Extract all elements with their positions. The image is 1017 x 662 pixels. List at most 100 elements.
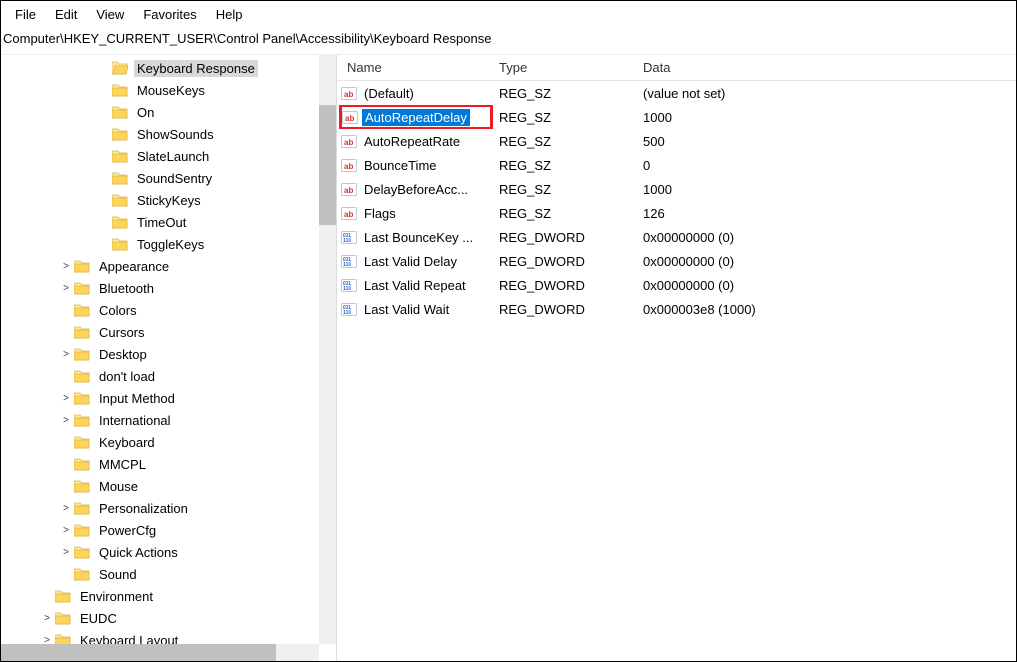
tree-item[interactable]: Colors	[1, 299, 336, 321]
column-header-name[interactable]: Name	[337, 60, 493, 75]
value-type: REG_SZ	[493, 206, 637, 221]
tree-item-label: Input Method	[96, 390, 178, 407]
tree-item[interactable]: Keyboard	[1, 431, 336, 453]
menu-help[interactable]: Help	[208, 5, 251, 25]
tree-item-label: Keyboard	[96, 434, 158, 451]
menu-file[interactable]: File	[7, 5, 44, 25]
folder-open-icon	[112, 61, 128, 75]
value-type: REG_SZ	[493, 158, 637, 173]
value-data: 1000	[637, 110, 1016, 125]
value-type: REG_SZ	[493, 86, 637, 101]
tree-item[interactable]: ToggleKeys	[1, 233, 336, 255]
tree-item[interactable]: Sound	[1, 563, 336, 585]
tree-item-label: StickyKeys	[134, 192, 204, 209]
folder-icon	[112, 127, 128, 141]
column-header-data[interactable]: Data	[637, 60, 1016, 75]
tree-item[interactable]: Keyboard Response	[1, 57, 336, 79]
tree-expander-icon[interactable]: >	[58, 349, 74, 360]
folder-icon	[74, 369, 90, 383]
string-value-icon: ab	[342, 109, 358, 125]
tree-item-label: MouseKeys	[134, 82, 208, 99]
value-name: Last Valid Wait	[361, 301, 452, 318]
tree-item-label: ToggleKeys	[134, 236, 207, 253]
folder-icon	[74, 259, 90, 273]
list-row[interactable]: abBounceTimeREG_SZ0	[337, 153, 1016, 177]
svg-text:ab: ab	[344, 162, 353, 171]
tree-expander-icon[interactable]: >	[58, 525, 74, 536]
value-data: 0x000003e8 (1000)	[637, 302, 1016, 317]
value-type: REG_SZ	[493, 134, 637, 149]
tree-item[interactable]: MMCPL	[1, 453, 336, 475]
content: Keyboard Response MouseKeys On ShowSounds Sl…	[1, 55, 1016, 661]
tree-item-label: Sound	[96, 566, 140, 583]
tree-horizontal-scrollbar-thumb[interactable]	[1, 644, 276, 661]
menu-favorites[interactable]: Favorites	[135, 5, 204, 25]
list-row[interactable]: 011110Last Valid DelayREG_DWORD0x0000000…	[337, 249, 1016, 273]
tree-item[interactable]: On	[1, 101, 336, 123]
string-value-icon: ab	[341, 133, 357, 149]
tree-item[interactable]: SlateLaunch	[1, 145, 336, 167]
list-row[interactable]: abFlagsREG_SZ126	[337, 201, 1016, 225]
list-row[interactable]: abDelayBeforeAcc...REG_SZ1000	[337, 177, 1016, 201]
tree-pane: Keyboard Response MouseKeys On ShowSounds Sl…	[1, 55, 337, 661]
value-type: REG_SZ	[493, 110, 637, 125]
folder-icon	[74, 391, 90, 405]
tree-expander-icon[interactable]: >	[58, 283, 74, 294]
tree-item[interactable]: Environment	[1, 585, 336, 607]
list-row[interactable]: 011110Last BounceKey ...REG_DWORD0x00000…	[337, 225, 1016, 249]
folder-icon	[112, 193, 128, 207]
column-header-type[interactable]: Type	[493, 60, 637, 75]
value-name: AutoRepeatDelay	[362, 109, 470, 126]
tree-item[interactable]: >Desktop	[1, 343, 336, 365]
tree-expander-icon[interactable]: >	[58, 547, 74, 558]
list-row[interactable]: abAutoRepeatRateREG_SZ500	[337, 129, 1016, 153]
list-row[interactable]: abAutoRepeatDelay REG_SZ1000	[337, 105, 1016, 129]
tree-item[interactable]: don't load	[1, 365, 336, 387]
value-type: REG_SZ	[493, 182, 637, 197]
tree-expander-icon[interactable]: >	[39, 613, 55, 624]
tree-item-label: On	[134, 104, 157, 121]
tree-item[interactable]: >PowerCfg	[1, 519, 336, 541]
tree-expander-icon[interactable]: >	[58, 415, 74, 426]
tree-item[interactable]: MouseKeys	[1, 79, 336, 101]
tree-item-label: Quick Actions	[96, 544, 181, 561]
tree-item[interactable]: > Bluetooth	[1, 277, 336, 299]
menu-view[interactable]: View	[88, 5, 132, 25]
tree-item[interactable]: >Keyboard Layout	[1, 629, 336, 644]
tree-item[interactable]: Cursors	[1, 321, 336, 343]
tree-expander-icon[interactable]: >	[58, 503, 74, 514]
tree-vertical-scrollbar-thumb[interactable]	[319, 105, 336, 225]
address-bar[interactable]: Computer\HKEY_CURRENT_USER\Control Panel…	[1, 27, 1016, 55]
folder-icon	[112, 215, 128, 229]
list-row[interactable]: ab(Default)REG_SZ(value not set)	[337, 81, 1016, 105]
tree-horizontal-scrollbar[interactable]	[1, 644, 319, 661]
tree-item[interactable]: ShowSounds	[1, 123, 336, 145]
list-header: Name Type Data	[337, 55, 1016, 81]
svg-text:110: 110	[343, 286, 351, 292]
tree-item[interactable]: TimeOut	[1, 211, 336, 233]
tree-item[interactable]: Mouse	[1, 475, 336, 497]
tree-item[interactable]: >International	[1, 409, 336, 431]
tree-expander-icon[interactable]: >	[39, 635, 55, 645]
menu-edit[interactable]: Edit	[47, 5, 85, 25]
tree-item[interactable]: > Quick Actions	[1, 541, 336, 563]
dword-value-icon: 011110	[341, 253, 357, 269]
list-row[interactable]: 011110Last Valid RepeatREG_DWORD0x000000…	[337, 273, 1016, 297]
folder-icon	[74, 347, 90, 361]
tree-expander-icon[interactable]: >	[58, 261, 74, 272]
value-type: REG_DWORD	[493, 230, 637, 245]
tree-item[interactable]: >Appearance	[1, 255, 336, 277]
tree-item[interactable]: > Input Method	[1, 387, 336, 409]
tree-view[interactable]: Keyboard Response MouseKeys On ShowSounds Sl…	[1, 55, 336, 644]
tree-item[interactable]: StickyKeys	[1, 189, 336, 211]
regedit-window: { "menubar": ["File","Edit","View","Favo…	[0, 0, 1017, 662]
string-value-icon: ab	[341, 181, 357, 197]
tree-expander-icon[interactable]: >	[58, 393, 74, 404]
list-row[interactable]: 011110Last Valid WaitREG_DWORD0x000003e8…	[337, 297, 1016, 321]
tree-item-label: ShowSounds	[134, 126, 217, 143]
tree-item[interactable]: SoundSentry	[1, 167, 336, 189]
tree-item-label: Bluetooth	[96, 280, 157, 297]
tree-item[interactable]: >EUDC	[1, 607, 336, 629]
tree-item[interactable]: >Personalization	[1, 497, 336, 519]
tree-vertical-scrollbar[interactable]	[319, 55, 336, 644]
